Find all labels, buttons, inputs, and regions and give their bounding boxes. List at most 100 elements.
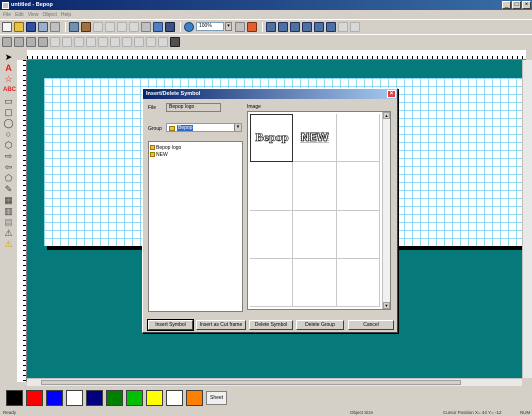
color-swatch[interactable] xyxy=(166,390,183,406)
menu-object[interactable]: Object xyxy=(42,12,56,18)
group-select[interactable]: Bepop ▾ xyxy=(166,123,242,132)
zoom-dropdown-icon[interactable]: ▾ xyxy=(225,22,232,31)
insert-symbol-icon[interactable] xyxy=(153,21,163,32)
rectangle-tool-icon[interactable]: ▭ xyxy=(3,96,14,106)
image-cell-empty[interactable] xyxy=(293,258,337,307)
arrow-right-tool-icon[interactable]: ⇨ xyxy=(3,151,14,161)
ellipse-tool-icon[interactable]: ◯ xyxy=(3,118,14,128)
insert-cut-frame-button[interactable]: Insert as Cut frame xyxy=(196,320,246,330)
copy-icon[interactable] xyxy=(93,21,103,32)
tools-icon[interactable] xyxy=(81,21,91,32)
arc-text-icon[interactable]: ABC xyxy=(3,85,16,95)
redo-icon[interactable] xyxy=(117,21,127,32)
scroll-up-icon[interactable]: ▲ xyxy=(383,112,390,119)
help-icon[interactable] xyxy=(235,21,245,32)
image-grid-scrollbar[interactable]: ▲ ▼ xyxy=(382,112,390,309)
undo-icon[interactable] xyxy=(105,21,115,32)
ungroup-icon[interactable] xyxy=(110,36,120,47)
polygon-tool-icon[interactable]: ⬡ xyxy=(3,140,14,150)
color-swatch[interactable] xyxy=(6,390,23,406)
dialog-close-icon[interactable]: × xyxy=(387,90,396,98)
cut-icon[interactable] xyxy=(50,21,60,32)
delete-group-button[interactable]: Delete Group xyxy=(296,320,344,330)
warning-fill-icon[interactable]: ⚠ xyxy=(3,239,14,249)
color-swatch[interactable] xyxy=(26,390,43,406)
image-cell-empty[interactable] xyxy=(250,162,294,211)
rotate-icon[interactable] xyxy=(146,36,156,47)
menu-help[interactable]: Help xyxy=(61,12,71,18)
open-folder-icon[interactable] xyxy=(14,21,24,32)
send-back-icon[interactable] xyxy=(134,36,144,47)
image-cell-empty[interactable] xyxy=(293,162,337,211)
delete-icon[interactable] xyxy=(129,21,139,32)
image-cell-new[interactable]: NEW xyxy=(293,114,337,163)
properties-icon[interactable] xyxy=(165,21,175,32)
cancel-button[interactable]: Cancel xyxy=(348,320,394,330)
distribute-v-icon[interactable] xyxy=(86,36,96,47)
image-cell-empty[interactable] xyxy=(293,210,337,259)
circle-tool-icon[interactable]: ○ xyxy=(3,129,14,139)
color-swatch[interactable] xyxy=(126,390,143,406)
color-swatch[interactable] xyxy=(106,390,123,406)
print-preview-icon[interactable] xyxy=(69,21,79,32)
image-cell-bepop[interactable]: Bepop xyxy=(250,114,294,163)
cut-settings-icon[interactable] xyxy=(247,21,257,32)
layout-2-icon[interactable] xyxy=(278,21,288,32)
flip-icon[interactable] xyxy=(158,36,168,47)
text-tool-icon[interactable]: A xyxy=(3,63,14,73)
warning-outline-icon[interactable]: ⚠ xyxy=(3,228,14,238)
layout-5-icon[interactable] xyxy=(314,21,324,32)
image-cell-empty[interactable] xyxy=(250,210,294,259)
image-cell-empty[interactable] xyxy=(336,114,380,163)
align-bottom-icon[interactable] xyxy=(62,36,72,47)
arrow-left-tool-icon[interactable]: ⇦ xyxy=(3,162,14,172)
color-swatch[interactable] xyxy=(46,390,63,406)
menu-view[interactable]: View xyxy=(28,12,39,18)
color-swatch[interactable] xyxy=(186,390,203,406)
pen-tool-icon[interactable]: ✎ xyxy=(3,184,14,194)
align-left-icon[interactable] xyxy=(2,36,12,47)
color-swatch[interactable] xyxy=(146,390,163,406)
scrollbar-thumb[interactable] xyxy=(41,380,461,385)
horizontal-scrollbar[interactable] xyxy=(27,378,522,386)
image-cell-empty[interactable] xyxy=(336,162,380,211)
image-tool-icon[interactable]: ▤ xyxy=(3,217,14,227)
delete-symbol-button[interactable]: Delete Symbol xyxy=(249,320,293,330)
bring-front-icon[interactable] xyxy=(122,36,132,47)
table-tool-icon[interactable]: ▦ xyxy=(3,195,14,205)
grid-icon[interactable] xyxy=(170,36,180,47)
tree-item-new[interactable]: NEW xyxy=(150,151,241,158)
rounded-rect-tool-icon[interactable]: ▢ xyxy=(3,107,14,117)
font-icon[interactable] xyxy=(338,21,348,32)
insert-symbol-button[interactable]: Insert Symbol xyxy=(147,319,194,331)
layout-1-icon[interactable] xyxy=(266,21,276,32)
minimize-button[interactable]: _ xyxy=(502,1,511,9)
color-swatch[interactable] xyxy=(66,390,83,406)
new-file-icon[interactable] xyxy=(2,21,12,32)
scroll-down-icon[interactable]: ▼ xyxy=(383,302,390,309)
zoom-icon[interactable] xyxy=(184,21,194,32)
print-icon[interactable] xyxy=(38,21,48,32)
zoom-field[interactable]: 100% xyxy=(196,22,224,31)
distribute-h-icon[interactable] xyxy=(74,36,84,47)
shape-tool-icon[interactable]: ⬠ xyxy=(3,173,14,183)
align-center-icon[interactable] xyxy=(14,36,24,47)
align-right-icon[interactable] xyxy=(26,36,36,47)
image-cell-empty[interactable] xyxy=(336,258,380,307)
align-top-icon[interactable] xyxy=(38,36,48,47)
barcode-tool-icon[interactable]: ▥ xyxy=(3,206,14,216)
layout-6-icon[interactable] xyxy=(326,21,336,32)
align-middle-icon[interactable] xyxy=(50,36,60,47)
save-icon[interactable] xyxy=(26,21,36,32)
image-cell-empty[interactable] xyxy=(336,210,380,259)
image-cell-empty[interactable] xyxy=(250,258,294,307)
group-icon[interactable] xyxy=(98,36,108,47)
paste-icon[interactable] xyxy=(141,21,151,32)
star-text-icon[interactable]: ☆ xyxy=(3,74,14,84)
chevron-down-icon[interactable]: ▾ xyxy=(234,124,241,131)
vertical-scrollbar[interactable] xyxy=(522,60,532,378)
menu-file[interactable]: File xyxy=(3,12,11,18)
layout-3-icon[interactable] xyxy=(290,21,300,32)
layout-4-icon[interactable] xyxy=(302,21,312,32)
tree-item-bepop-logo[interactable]: Bepop logo xyxy=(150,144,241,151)
